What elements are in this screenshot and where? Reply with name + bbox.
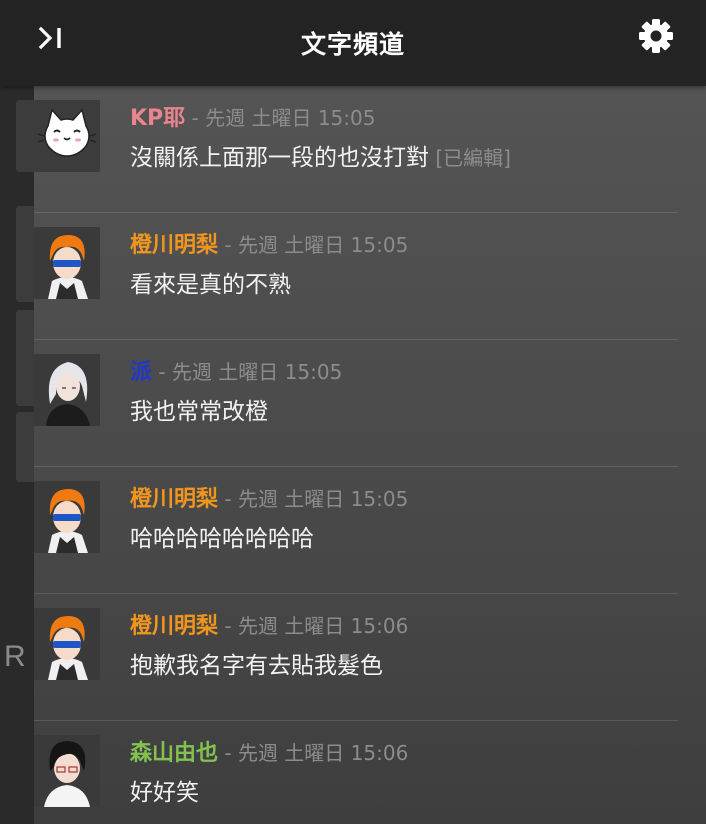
message-body: 好好笑 (130, 780, 199, 806)
author-name[interactable]: KP耶 (130, 106, 185, 131)
message-meta: 橙川明梨 - 先週 土曜日 15:06 (130, 608, 408, 640)
message-text: 沒關係上面那一段的也沒打對 [已編輯] (130, 138, 511, 172)
avatar[interactable] (34, 100, 100, 172)
avatar[interactable] (34, 735, 100, 807)
message-body: 看來是真的不熟 (130, 272, 291, 298)
author-name[interactable]: 橙川明梨 (130, 614, 218, 639)
timestamp: - 先週 土曜日 15:05 (152, 360, 343, 384)
message-meta: 派 - 先週 土曜日 15:05 (130, 354, 342, 386)
orange-hair-avatar (34, 481, 100, 553)
message-item[interactable]: 橙川明梨 - 先週 土曜日 15:05 看來是真的不熟 (34, 213, 678, 340)
message-text: 我也常常改橙 (130, 392, 268, 426)
timestamp: - 先週 土曜日 15:05 (218, 487, 409, 511)
message-meta: KP耶 - 先週 土曜日 15:05 (130, 100, 375, 132)
message-item[interactable]: 森山由也 - 先週 土曜日 15:06 好好笑 (34, 721, 678, 824)
avatar[interactable] (34, 227, 100, 299)
message-meta: 橙川明梨 - 先週 土曜日 15:05 (130, 227, 408, 259)
message-body: 我也常常改橙 (130, 399, 268, 425)
timestamp: - 先週 土曜日 15:05 (185, 106, 376, 130)
author-name[interactable]: 派 (130, 360, 152, 385)
message-body: 哈哈哈哈哈哈哈哈 (130, 526, 314, 552)
avatar[interactable] (34, 354, 100, 426)
header-bar: 文字頻道 (0, 0, 706, 86)
black-hair-avatar (34, 735, 100, 807)
collapse-panel-icon (38, 26, 61, 50)
timestamp: - 先週 土曜日 15:06 (218, 614, 409, 638)
white-cat-avatar (34, 100, 100, 172)
page-title: 文字頻道 (300, 30, 405, 59)
message-text: 哈哈哈哈哈哈哈哈 (130, 519, 314, 553)
timestamp: - 先週 土曜日 15:05 (218, 233, 409, 257)
strip-avatar-slot (16, 310, 34, 406)
avatar[interactable] (34, 481, 100, 553)
message-body: 沒關係上面那一段的也沒打對 (130, 145, 429, 171)
strip-avatar-slot (16, 412, 34, 482)
author-name[interactable]: 橙川明梨 (130, 487, 218, 512)
author-name[interactable]: 橙川明梨 (130, 233, 218, 258)
settings-button[interactable] (638, 18, 674, 54)
author-name[interactable]: 森山由也 (130, 741, 218, 766)
message-item[interactable]: 派 - 先週 土曜日 15:05 我也常常改橙 (34, 340, 678, 467)
timestamp: - 先週 土曜日 15:06 (218, 741, 409, 765)
message-item[interactable]: KP耶 - 先週 土曜日 15:05 沒關係上面那一段的也沒打對 [已編輯] (34, 86, 678, 213)
message-item[interactable]: 橙川明梨 - 先週 土曜日 15:06 抱歉我名字有去貼我髮色 (34, 594, 678, 721)
strip-avatar-slot (16, 100, 34, 172)
message-meta: 橙川明梨 - 先週 土曜日 15:05 (130, 481, 408, 513)
message-text: 看來是真的不熟 (130, 265, 291, 299)
strip-avatar-slot (16, 206, 34, 302)
message-item[interactable]: 橙川明梨 - 先週 土曜日 15:05 哈哈哈哈哈哈哈哈 (34, 467, 678, 594)
message-list[interactable]: KP耶 - 先週 土曜日 15:05 沒關係上面那一段的也沒打對 [已編輯] 橙… (34, 86, 706, 824)
edited-tag: [已編輯] (429, 146, 511, 170)
collapse-panel-button[interactable] (38, 25, 66, 51)
background-letter: R (4, 640, 26, 673)
message-meta: 森山由也 - 先週 土曜日 15:06 (130, 735, 408, 767)
white-hair-avatar (34, 354, 100, 426)
orange-hair-avatar (34, 608, 100, 680)
avatar[interactable] (34, 608, 100, 680)
message-body: 抱歉我名字有去貼我髮色 (130, 653, 383, 679)
background-channel-strip: R (0, 0, 34, 824)
gear-icon (639, 19, 673, 53)
message-text: 好好笑 (130, 773, 199, 807)
orange-hair-avatar (34, 227, 100, 299)
message-text: 抱歉我名字有去貼我髮色 (130, 646, 383, 680)
